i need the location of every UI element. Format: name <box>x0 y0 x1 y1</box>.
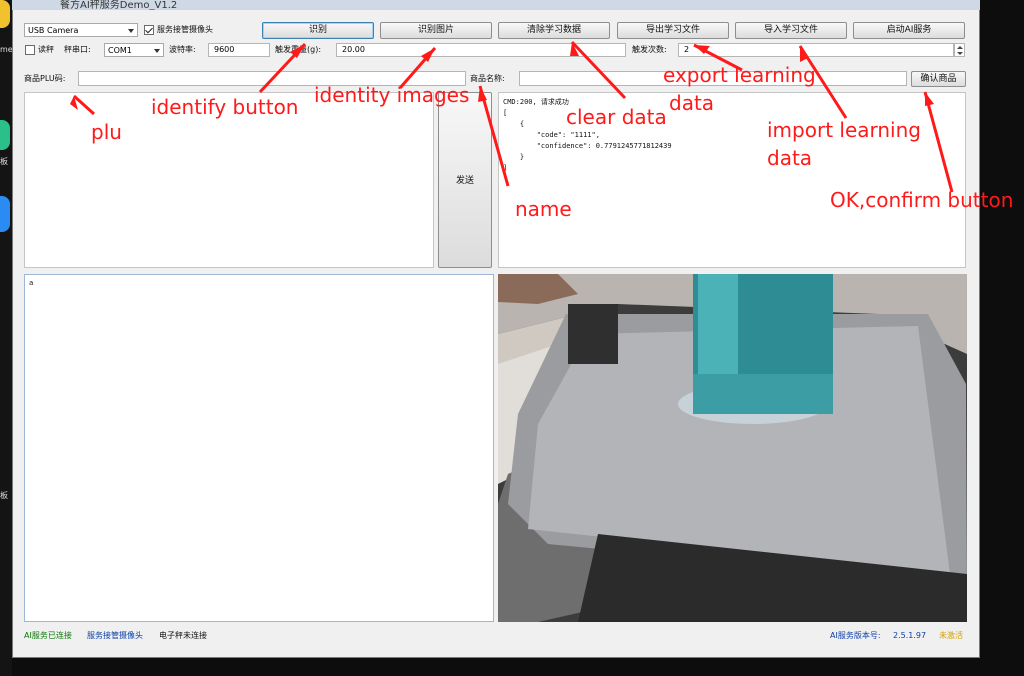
arrow-clear-data <box>570 40 627 100</box>
arrowhead <box>925 92 934 106</box>
annotation-name: name <box>515 197 572 221</box>
arrow-name <box>478 85 510 187</box>
annotation-confirm-button: OK,confirm button <box>830 188 1014 212</box>
annotation-identity-images: identity images <box>314 83 470 107</box>
annotation-import-line2: data <box>767 146 813 170</box>
annotation-identify-button: identify button <box>151 95 299 119</box>
arrow-confirm <box>923 91 954 193</box>
annotation-export-line2: data <box>669 91 715 115</box>
annotation-clear-data: clear data <box>566 105 667 129</box>
annotation-import-line1: import learning <box>767 118 921 142</box>
arrow-plu <box>72 94 96 116</box>
annotation-export-line1: export learning <box>663 63 816 87</box>
annotation-plu: plu <box>91 120 122 144</box>
